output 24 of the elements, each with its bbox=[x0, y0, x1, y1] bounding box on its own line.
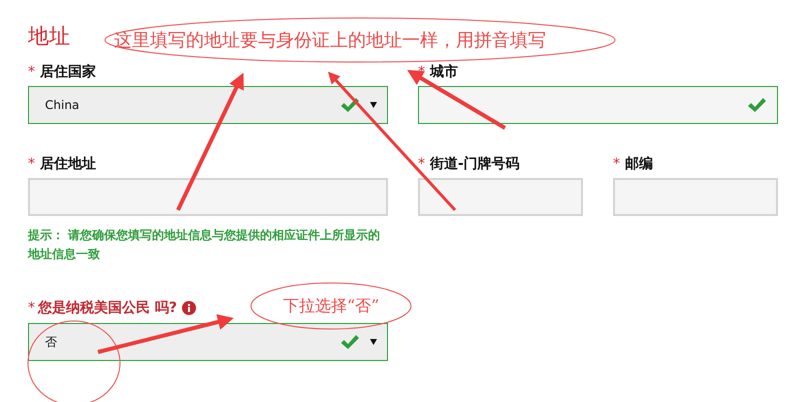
checkmark-icon bbox=[340, 97, 360, 113]
field-label: 街道-门牌号码 bbox=[430, 156, 520, 172]
dropdown[interactable]: China bbox=[28, 86, 388, 124]
field-label: 您是纳税美国公民 吗? bbox=[38, 299, 177, 317]
required-asterisk: * bbox=[613, 156, 620, 172]
field-label: 邮编 bbox=[624, 156, 653, 172]
caret-icon bbox=[370, 339, 377, 345]
info-icon[interactable] bbox=[182, 301, 196, 315]
hint-text: 提示： 请您确保您填写的地址信息与您提供的相应证件上所显示的地址信息一致 bbox=[28, 227, 382, 263]
section-title: 地址 bbox=[28, 23, 70, 50]
input-field[interactable] bbox=[418, 86, 778, 124]
dropdown[interactable]: 否 bbox=[28, 323, 388, 361]
field-label: 居住地址 bbox=[40, 156, 96, 172]
required-asterisk: * bbox=[28, 300, 35, 316]
field-label: 居住国家 bbox=[40, 64, 96, 80]
caret-icon bbox=[370, 102, 377, 108]
annotation-text: 这里填写的地址要与身份证上的地址一样，用拼音填写 bbox=[114, 29, 546, 52]
checkmark-icon bbox=[747, 97, 767, 113]
required-asterisk: * bbox=[28, 64, 35, 80]
annotation-text: 下拉选择“否” bbox=[283, 296, 380, 316]
field-label: 城市 bbox=[430, 64, 458, 80]
required-asterisk: * bbox=[418, 156, 425, 172]
checkmark-icon bbox=[340, 334, 360, 350]
required-asterisk: * bbox=[28, 156, 35, 172]
